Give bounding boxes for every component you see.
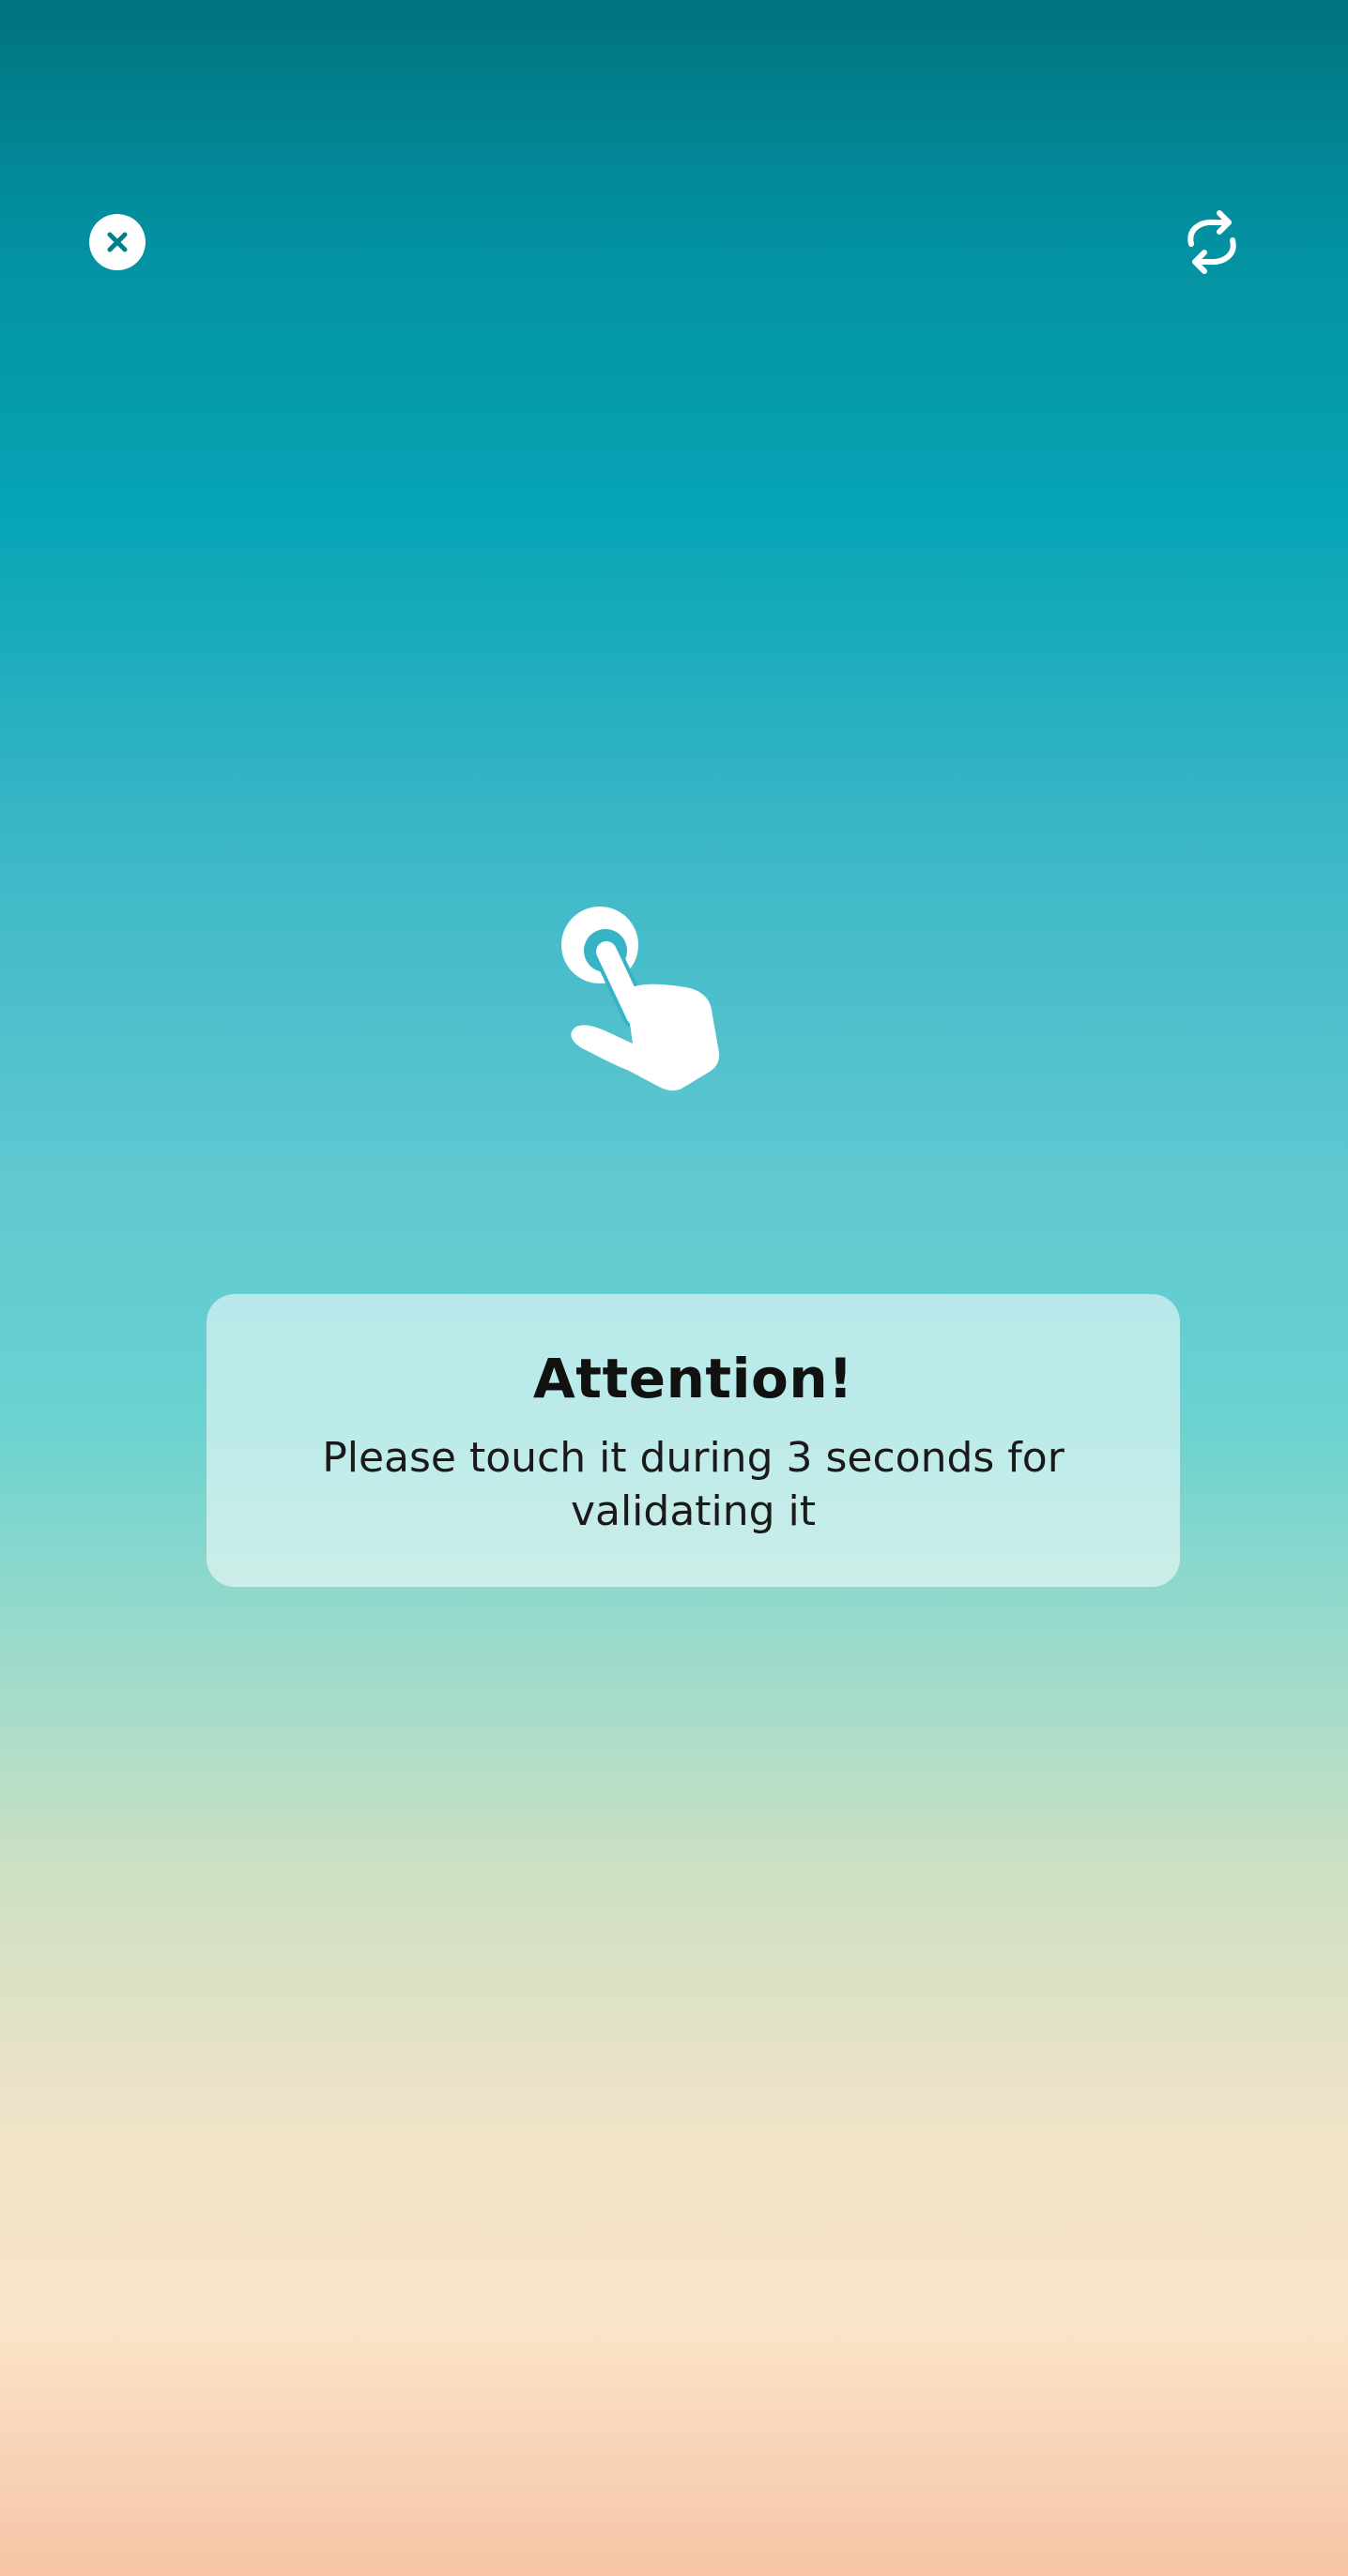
switch-camera-icon xyxy=(1187,210,1236,274)
attention-card: Attention! Please touch it during 3 seco… xyxy=(207,1294,1180,1587)
touch-hand-icon xyxy=(561,907,720,1091)
attention-message: Please touch it during 3 seconds for val… xyxy=(322,1434,1065,1535)
close-button[interactable] xyxy=(89,214,146,270)
switch-camera-button[interactable] xyxy=(1178,208,1246,276)
attention-title: Attention! xyxy=(532,1347,854,1410)
close-icon xyxy=(107,232,128,252)
